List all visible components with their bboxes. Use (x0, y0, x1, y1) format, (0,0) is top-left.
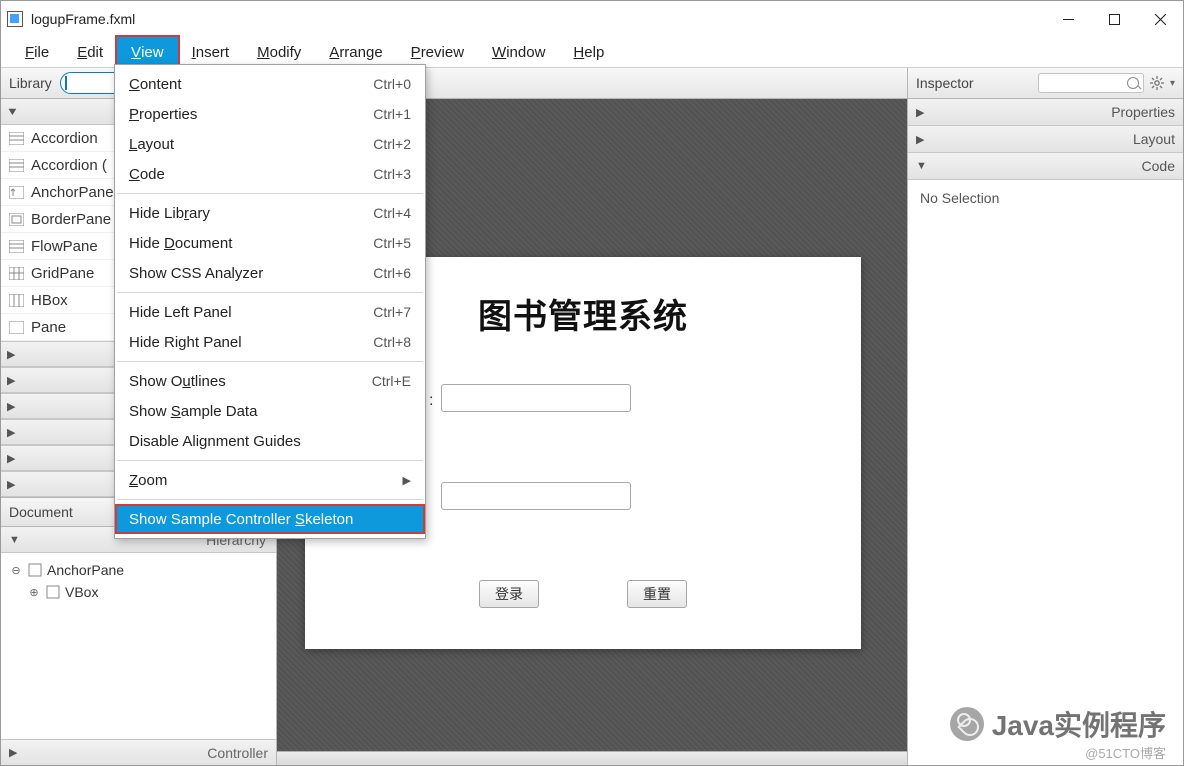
credit: @51CTO博客 (1085, 743, 1166, 762)
menu-file[interactable]: File (11, 37, 63, 67)
login-button[interactable]: 登录 (479, 580, 539, 608)
document-label: Document (9, 504, 73, 520)
inspector-search[interactable] (1038, 73, 1144, 93)
menu-item[interactable]: Hide Right PanelCtrl+8 (115, 327, 425, 357)
username-input[interactable] (441, 384, 631, 412)
tree-node[interactable]: ⊖AnchorPane (5, 559, 272, 581)
menu-item[interactable]: Zoom▶ (115, 465, 425, 495)
menu-preview[interactable]: Preview (397, 37, 478, 67)
controller-header[interactable]: ▶ Controller (1, 739, 276, 765)
menu-view[interactable]: View (117, 37, 178, 67)
menu-item[interactable]: LayoutCtrl+2 (115, 129, 425, 159)
inspector-section-code[interactable]: ▼Code (908, 153, 1183, 180)
view-menu-dropdown: ContentCtrl+0PropertiesCtrl+1LayoutCtrl+… (114, 64, 426, 539)
minimize-button[interactable] (1045, 4, 1091, 34)
tree-node[interactable]: ⊕VBox (5, 581, 272, 603)
password-input[interactable] (441, 482, 631, 510)
horizontal-scrollbar[interactable] (277, 751, 907, 765)
reset-button[interactable]: 重置 (627, 580, 687, 608)
menu-item[interactable]: Disable Alignment Guides (115, 426, 425, 456)
controller-label: Controller (207, 745, 268, 761)
window-title: logupFrame.fxml (31, 11, 135, 27)
menu-item[interactable]: Show Sample Data (115, 396, 425, 426)
menu-item[interactable]: CodeCtrl+3 (115, 159, 425, 189)
menu-item[interactable]: Show Sample Controller Skeleton (115, 504, 425, 534)
menu-window[interactable]: Window (478, 37, 559, 67)
titlebar: logupFrame.fxml (1, 1, 1183, 37)
search-icon (1127, 77, 1139, 89)
app-icon (7, 11, 23, 27)
menu-edit[interactable]: Edit (63, 37, 117, 67)
menu-item[interactable]: Hide DocumentCtrl+5 (115, 228, 425, 258)
gear-icon[interactable] (1150, 76, 1164, 90)
hierarchy-tree: ⊖AnchorPane⊕VBox (1, 553, 276, 739)
inspector-body: No Selection (908, 180, 1183, 765)
menu-item[interactable]: Hide Left PanelCtrl+7 (115, 297, 425, 327)
close-button[interactable] (1137, 4, 1183, 34)
inspector-label: Inspector (916, 75, 974, 91)
inspector-panel: ▶Properties▶Layout▼Code No Selection (907, 99, 1183, 765)
menu-item[interactable]: Show OutlinesCtrl+E (115, 366, 425, 396)
library-label: Library (9, 75, 52, 91)
menu-help[interactable]: Help (559, 37, 618, 67)
inspector-section-properties[interactable]: ▶Properties (908, 99, 1183, 126)
menubar: FileEditViewInsertModifyArrangePreviewWi… (1, 37, 1183, 67)
menu-item[interactable]: Show CSS AnalyzerCtrl+6 (115, 258, 425, 288)
inspector-section-layout[interactable]: ▶Layout (908, 126, 1183, 153)
menu-item[interactable]: PropertiesCtrl+1 (115, 99, 425, 129)
menu-modify[interactable]: Modify (243, 37, 315, 67)
menu-arrange[interactable]: Arrange (315, 37, 396, 67)
menu-insert[interactable]: Insert (178, 37, 244, 67)
menu-item[interactable]: ContentCtrl+0 (115, 69, 425, 99)
menu-item[interactable]: Hide LibraryCtrl+4 (115, 198, 425, 228)
chevron-down-icon: ▾ (1170, 78, 1175, 89)
maximize-button[interactable] (1091, 4, 1137, 34)
